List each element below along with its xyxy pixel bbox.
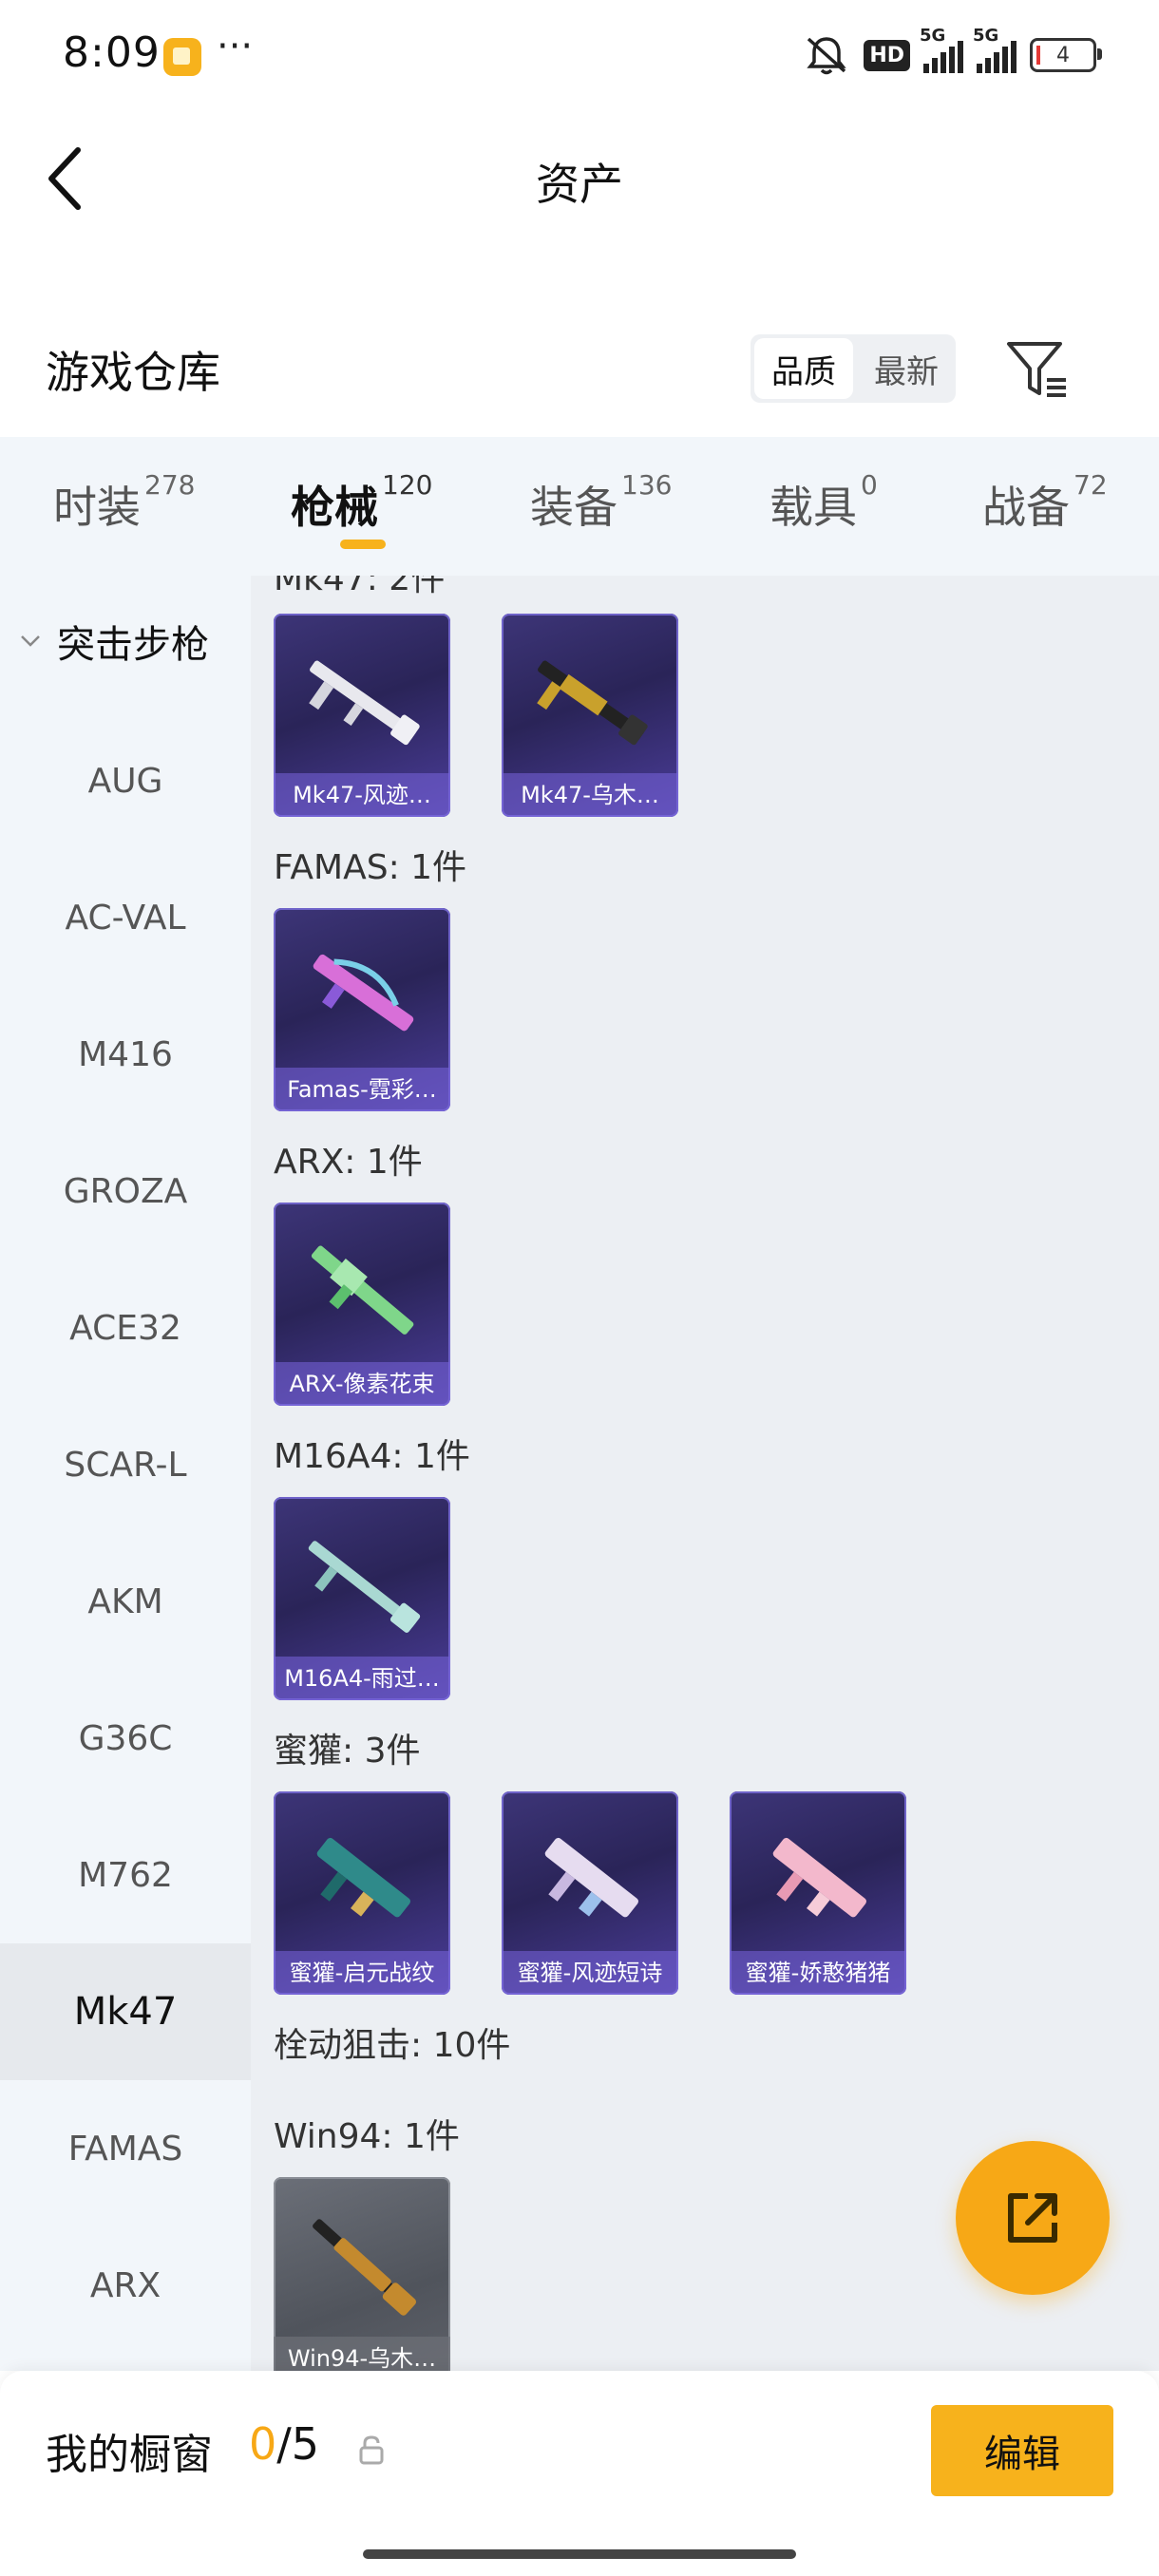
sidebar-item-arx[interactable]: ARX [0, 2217, 251, 2354]
sidebar-item-scar-l[interactable]: SCAR-L [0, 1396, 251, 1533]
rifle-icon [313, 954, 414, 1032]
home-indicator[interactable] [363, 2549, 796, 2559]
warehouse-header: 游戏仓库 品质 最新 [0, 304, 1159, 427]
signal-icon-2: 5G [973, 26, 1016, 73]
network-type: 5G [920, 26, 946, 46]
skin-card[interactable]: M16A4-雨过… [274, 1497, 450, 1700]
skin-card[interactable]: Famas-霓彩… [274, 908, 450, 1111]
skin-name: Win94-乌木… [274, 2337, 450, 2371]
smg-icon [316, 1837, 410, 1918]
sidebar-group-assault-rifles[interactable]: 突击步枪 [0, 576, 251, 707]
battery-icon: 4 [1030, 38, 1102, 72]
lock-icon [359, 2435, 384, 2465]
showcase-label: 我的橱窗 [46, 2431, 213, 2479]
status-time: 8:09 [63, 28, 161, 77]
tab-fashion[interactable]: 时装 278 [53, 469, 195, 536]
filter-icon[interactable] [1003, 338, 1072, 401]
skin-name: 蜜獾-娇憨猪猪 [730, 1951, 906, 1995]
tab-label: 载具 [770, 482, 857, 533]
weapon-list: Mk47: 2件 Mk47-风迹… Mk47-乌木… FAMAS: 1件 Fam… [251, 576, 1159, 2371]
rifle-icon [537, 660, 648, 746]
sidebar-item-aug[interactable]: AUG [0, 712, 251, 849]
more-notifications-icon: ··· [217, 25, 254, 68]
tab-vehicles[interactable]: 载具 0 [770, 469, 878, 536]
sidebar-item-mk47[interactable]: Mk47 [0, 1943, 251, 2080]
hd-icon: HD [864, 39, 910, 71]
chevron-down-icon [21, 635, 40, 647]
tab-equipment[interactable]: 装备 136 [530, 469, 672, 536]
showcase-bar: 我的橱窗 0/5 编辑 [0, 2371, 1159, 2576]
sidebar-item-m416[interactable]: M416 [0, 986, 251, 1123]
rifle-icon [311, 1245, 414, 1335]
sidebar-item-ace32[interactable]: ACE32 [0, 1260, 251, 1396]
share-icon [1008, 2193, 1057, 2243]
skin-card[interactable]: Mk47-乌木… [502, 614, 678, 817]
showcase-total: /5 [276, 2418, 320, 2470]
showcase-count: 0/5 [249, 2418, 319, 2470]
battery-level: 4 [1056, 43, 1070, 67]
tab-label: 装备 [530, 482, 618, 533]
smg-icon [544, 1837, 638, 1918]
section-title: FAMAS: 1件 [274, 848, 467, 887]
skin-name: 蜜獾-启元战纹 [274, 1951, 450, 1995]
skin-card[interactable]: Mk47-风迹… [274, 614, 450, 817]
edit-button[interactable]: 编辑 [931, 2405, 1113, 2496]
app-notification-icon [163, 38, 201, 76]
tab-label: 枪械 [291, 482, 378, 533]
sort-toggle: 品质 最新 [750, 334, 956, 403]
skin-name: Famas-霓彩… [274, 1068, 450, 1111]
skin-card[interactable]: 蜜獾-风迹短诗 [502, 1791, 678, 1995]
sidebar-item-groza[interactable]: GROZA [0, 1123, 251, 1260]
skin-name: Mk47-乌木… [502, 773, 678, 817]
active-tab-indicator [340, 540, 386, 549]
smg-icon [772, 1837, 866, 1918]
sidebar-item-m762[interactable]: M762 [0, 1807, 251, 1943]
skin-name: 蜜獾-风迹短诗 [502, 1951, 678, 1995]
rifle-icon [309, 660, 420, 746]
mute-icon [807, 37, 846, 75]
tab-label: 时装 [53, 482, 141, 533]
sidebar-item-ac-val[interactable]: AC-VAL [0, 849, 251, 986]
tab-count: 0 [861, 469, 878, 501]
sidebar-item-g36c[interactable]: G36C [0, 1670, 251, 1807]
rifle-icon [308, 1541, 421, 1633]
category-tabs: 时装 278 枪械 120 装备 136 载具 0 战备 72 [0, 437, 1159, 576]
status-bar: 8:09 ··· HD 5G 5G 4 [0, 0, 1159, 112]
sidebar-item-akm[interactable]: AKM [0, 1533, 251, 1670]
tab-guns[interactable]: 枪械 120 [291, 469, 432, 536]
tab-count: 72 [1074, 469, 1108, 501]
sidebar-item-famas[interactable]: FAMAS [0, 2080, 251, 2217]
warehouse-title: 游戏仓库 [46, 347, 220, 398]
weapon-sidebar: 突击步枪 AUG AC-VAL M416 GROZA ACE32 SCAR-L … [0, 576, 251, 2371]
tab-count: 120 [382, 469, 433, 501]
sidebar-group-label: 突击步枪 [57, 623, 209, 667]
skin-name: M16A4-雨过… [274, 1657, 450, 1700]
share-button[interactable] [956, 2141, 1110, 2295]
showcase-current: 0 [249, 2418, 277, 2470]
skin-card[interactable]: 蜜獾-娇憨猪猪 [730, 1791, 906, 1995]
page-title: 资产 [536, 159, 623, 210]
tab-count: 278 [144, 469, 196, 501]
skin-name: ARX-像素花束 [274, 1362, 450, 1406]
rifle-icon [313, 2219, 416, 2316]
tab-supplies[interactable]: 战备 72 [982, 469, 1108, 536]
signal-icon: 5G [920, 26, 963, 73]
tab-label: 战备 [982, 482, 1070, 533]
status-icons: HD 5G 5G 4 [803, 26, 1102, 80]
section-title: Mk47: 2件 [274, 576, 446, 598]
skin-name: Mk47-风迹… [274, 773, 450, 817]
nav-bar: 资产 [0, 112, 1159, 245]
network-type-2: 5G [973, 26, 999, 46]
skin-card[interactable]: Win94-乌木… [274, 2177, 450, 2371]
skin-card[interactable]: ARX-像素花束 [274, 1203, 450, 1406]
section-title: Win94: 1件 [274, 2117, 460, 2156]
sort-newest-button[interactable]: 最新 [857, 334, 956, 403]
section-title: ARX: 1件 [274, 1143, 423, 1182]
section-title: 蜜獾: 3件 [274, 1732, 421, 1771]
tab-count: 136 [621, 469, 673, 501]
section-title: 栓动狙击: 10件 [274, 2026, 511, 2065]
section-title: M16A4: 1件 [274, 1437, 470, 1476]
sort-quality-button[interactable]: 品质 [754, 338, 853, 399]
skin-card[interactable]: 蜜獾-启元战纹 [274, 1791, 450, 1995]
